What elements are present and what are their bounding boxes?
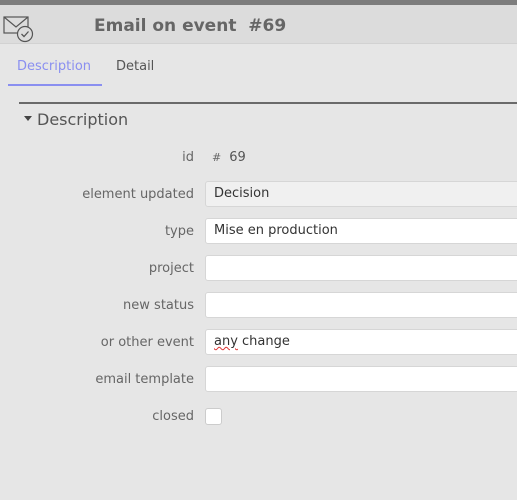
element-updated-value: Decision [214,186,270,201]
section-title: Description [37,110,129,129]
tab-detail[interactable]: Detail [116,59,154,74]
other-event-value-misspelled: any [214,334,238,349]
type-field[interactable]: Mise en production [205,218,517,244]
id-label: id [182,150,194,165]
email-checked-icon [3,16,34,43]
closed-checkbox[interactable] [205,408,222,425]
email-template-field[interactable] [205,366,517,392]
page-title: Email on event #69 [94,16,287,36]
project-label: project [148,261,194,276]
other-event-field[interactable]: any change [205,329,517,355]
id-value: 69 [229,150,246,165]
section-divider [19,102,517,104]
new-status-label: new status [123,298,194,313]
project-field[interactable] [205,255,517,281]
email-template-label: email template [95,372,194,387]
other-event-label: or other event [100,335,194,350]
tab-bar: Description Detail [0,44,517,88]
other-event-value-rest: change [237,334,290,349]
type-value: Mise en production [214,223,338,238]
page-header: Email on event #69 [0,5,517,44]
caret-down-icon [24,116,32,121]
id-value-container: #69 [212,150,246,165]
closed-label: closed [152,409,194,424]
element-updated-label: element updated [82,187,194,202]
tab-description[interactable]: Description [17,59,91,74]
type-label: type [164,224,194,239]
hash-symbol: # [212,151,222,164]
section-toggle-description[interactable]: Description [24,110,128,129]
active-tab-indicator [8,84,102,86]
new-status-field[interactable] [205,292,517,318]
element-updated-field[interactable]: Decision [205,181,517,207]
